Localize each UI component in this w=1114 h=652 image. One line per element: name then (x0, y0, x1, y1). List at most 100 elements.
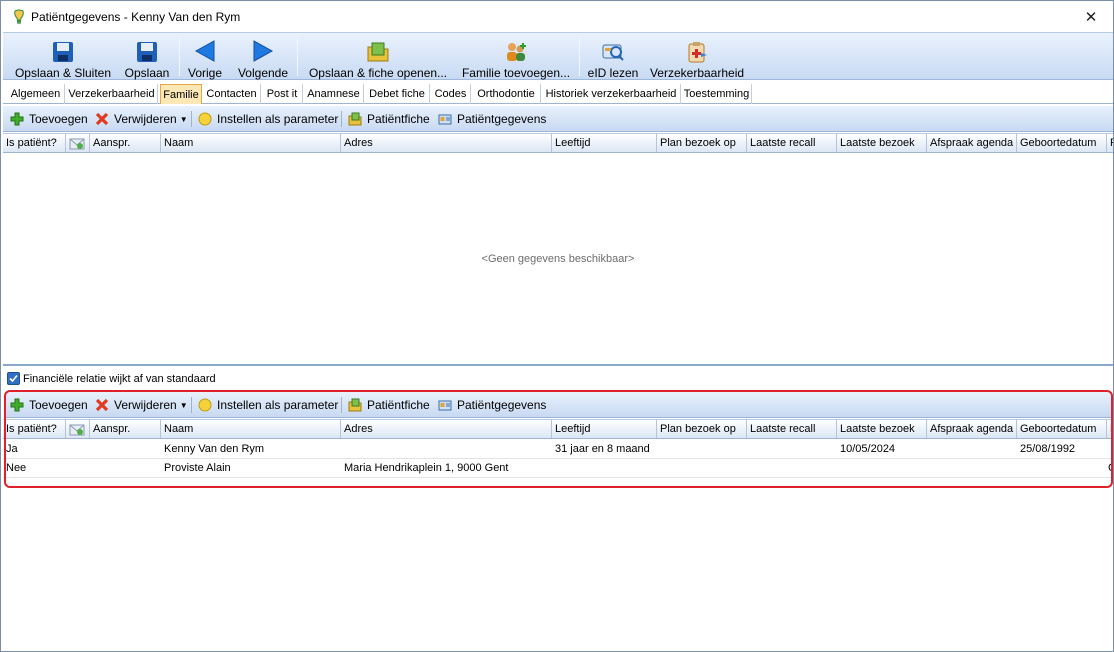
top-patient-fiche-label: Patiëntfiche (367, 112, 430, 126)
save-close-button[interactable]: Opslaan & Sluiten (11, 33, 115, 81)
top-add-label: Toevoegen (29, 112, 88, 126)
bottom-set-parameter-button[interactable]: Instellen als parameter (197, 392, 338, 418)
column-header-geboortedatum[interactable]: Geboortedatum (1017, 134, 1107, 152)
tab-debet-fiche[interactable]: Debet fiche (365, 84, 430, 104)
tab-toestemming[interactable]: Toestemming (682, 84, 752, 104)
column-header-laatste-bezoek[interactable]: Laatste bezoek (837, 134, 927, 152)
tab-verzekerbaarheid[interactable]: Verzekerbaarheid (66, 84, 158, 104)
column-header-aanspr[interactable]: Aanspr. (90, 134, 161, 152)
bottom-grid-empty-area[interactable] (3, 488, 1111, 648)
subtoolbar-separator (341, 111, 342, 127)
financial-relation-label: Financiële relatie wijkt af van standaar… (23, 372, 216, 385)
top-add-button[interactable]: Toevoegen (9, 106, 88, 132)
tab-contacten[interactable]: Contacten (203, 84, 261, 104)
cell-geboortedatum: 25/08/1992 (1020, 443, 1076, 455)
column-header-adres[interactable]: Adres (341, 134, 552, 152)
top-set-parameter-label: Instellen als parameter (217, 112, 339, 126)
top-remove-button[interactable]: Verwijderen ▼ (94, 106, 188, 132)
arrow-left-icon (194, 36, 216, 63)
bottom-actions-bar: Toevoegen Verwijderen ▼ Instellen als pa… (5, 392, 1111, 418)
toolbar-separator (179, 38, 180, 76)
financial-relation-checkbox[interactable] (7, 372, 20, 385)
cell-naam: Kenny Van den Rym (164, 443, 265, 455)
bottom-patient-fiche-button[interactable]: Patiëntfiche (347, 392, 430, 418)
dropdown-caret-icon: ▼ (179, 400, 188, 410)
save-open-fiche-button[interactable]: Opslaan & fiche openen... (305, 33, 451, 81)
tab-codes[interactable]: Codes (431, 84, 471, 104)
column-header-laatste-recall[interactable]: Laatste recall (747, 134, 837, 152)
table-row[interactable]: Ja Kenny Van den Rym 31 jaar en 8 maand … (3, 440, 1111, 459)
financial-relation-checkbox-row[interactable]: Financiële relatie wijkt af van standaar… (7, 372, 216, 385)
column-header-adres[interactable]: Adres (341, 420, 552, 438)
table-row[interactable]: Nee Proviste Alain Maria Hendrikaplein 1… (3, 459, 1111, 478)
cell-plan-bezoek (657, 440, 747, 459)
column-header-plan-bezoek[interactable]: Plan bezoek op (657, 134, 747, 152)
tooth-app-icon (11, 9, 27, 25)
patient-data-window: Patiëntgegevens - Kenny Van den Rym ✕ Op… (0, 0, 1114, 652)
column-header-laatste-bezoek[interactable]: Laatste bezoek (837, 420, 927, 438)
insurance-label: Verzekerbaarheid (649, 66, 745, 80)
add-family-label: Familie toevoegen... (461, 66, 571, 80)
column-header-aanspr[interactable]: Aanspr. (90, 420, 161, 438)
next-label: Volgende (237, 66, 289, 80)
bottom-set-parameter-label: Instellen als parameter (217, 398, 339, 412)
folder-document-icon (347, 111, 363, 127)
tab-anamnese[interactable]: Anamnese (304, 84, 364, 104)
top-remove-label: Verwijderen (114, 112, 177, 126)
column-header-leeftijd[interactable]: Leeftijd (552, 420, 657, 438)
column-header-afspraak-agenda[interactable]: Afspraak agenda (927, 134, 1017, 152)
tab-familie[interactable]: Familie (160, 84, 202, 104)
cell-naam: Proviste Alain (164, 462, 231, 474)
tab-algemeen[interactable]: Algemeen (7, 84, 65, 104)
cell-laatste-bezoek (837, 459, 927, 478)
tab-post-it[interactable]: Post it (262, 84, 303, 104)
add-family-button[interactable]: Familie toevoegen... (458, 33, 574, 81)
top-set-parameter-button[interactable]: Instellen als parameter (197, 106, 338, 132)
subtoolbar-separator (341, 397, 342, 413)
column-header-is-patient[interactable]: Is patiënt? (3, 134, 66, 152)
column-header-f[interactable]: F (1107, 134, 1113, 152)
column-header-plan-bezoek[interactable]: Plan bezoek op (657, 420, 747, 438)
column-header-leeftijd[interactable]: Leeftijd (552, 134, 657, 152)
column-header-naam[interactable]: Naam (161, 420, 341, 438)
bottom-grid-header: Is patiënt? Aanspr. Naam Adres Leeftijd … (3, 419, 1111, 439)
toolbar-separator (579, 38, 580, 76)
column-header-f[interactable]: F (1107, 420, 1111, 438)
close-button[interactable]: ✕ (1069, 1, 1113, 32)
cell-aanspr (90, 440, 161, 459)
save-button[interactable]: Opslaan (122, 33, 172, 81)
cell-afspraak-agenda (927, 459, 1017, 478)
cell-plan-bezoek (657, 459, 747, 478)
bottom-patient-data-button[interactable]: Patiëntgegevens (437, 392, 546, 418)
tab-strip: Algemeen Verzekerbaarheid Familie Contac… (3, 84, 1113, 104)
column-header-is-patient[interactable]: Is patiënt? (3, 420, 66, 438)
window-title: Patiëntgegevens - Kenny Van den Rym (31, 9, 241, 24)
next-button[interactable]: Volgende (234, 33, 292, 81)
tab-orthodontie[interactable]: Orthodontie (472, 84, 541, 104)
cell-leeftijd: 31 jaar en 8 maand (555, 443, 650, 455)
previous-button[interactable]: Vorige (183, 33, 227, 81)
column-header-geboortedatum[interactable]: Geboortedatum (1017, 420, 1107, 438)
top-patient-fiche-button[interactable]: Patiëntfiche (347, 106, 430, 132)
top-grid-body[interactable]: <Geen gegevens beschikbaar> (3, 154, 1113, 364)
previous-label: Vorige (187, 66, 223, 80)
cell-afspraak-agenda (927, 440, 1017, 459)
red-x-icon (94, 111, 110, 127)
top-patient-data-label: Patiëntgegevens (457, 112, 547, 126)
insurance-button[interactable]: Verzekerbaarheid (648, 33, 746, 81)
folder-document-icon (366, 36, 390, 63)
column-header-laatste-recall[interactable]: Laatste recall (747, 420, 837, 438)
tab-historiek-verzekerbaarheid[interactable]: Historiek verzekerbaarheid (542, 84, 681, 104)
top-patient-data-button[interactable]: Patiëntgegevens (437, 106, 546, 132)
column-header-naam[interactable]: Naam (161, 134, 341, 152)
folder-document-icon (347, 397, 363, 413)
cell-aanspr (90, 459, 161, 478)
bottom-remove-button[interactable]: Verwijderen ▼ (94, 392, 188, 418)
eid-read-button[interactable]: eID lezen (585, 33, 641, 81)
column-header-recall-icon[interactable] (66, 134, 90, 152)
title-bar: Patiëntgegevens - Kenny Van den Rym ✕ (1, 1, 1113, 32)
id-card-icon (437, 111, 453, 127)
column-header-afspraak-agenda[interactable]: Afspraak agenda (927, 420, 1017, 438)
column-header-recall-icon[interactable] (66, 420, 90, 438)
bottom-add-button[interactable]: Toevoegen (9, 392, 88, 418)
